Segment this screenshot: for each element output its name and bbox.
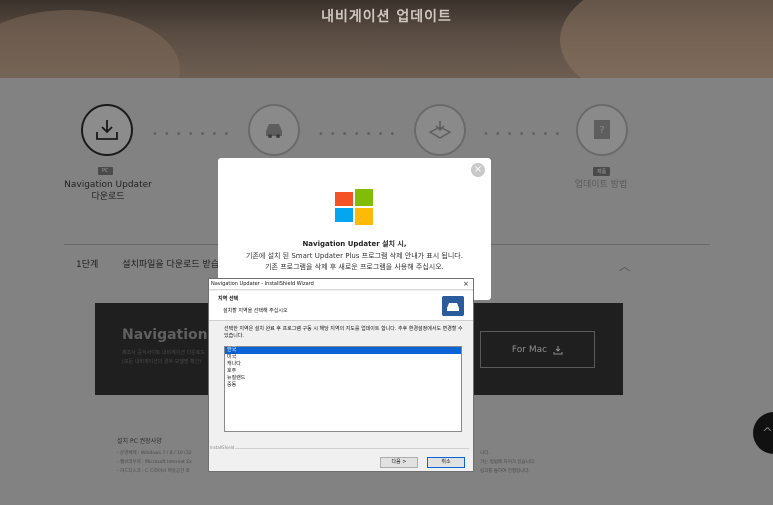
cancel-button[interactable]: 취소 <box>427 457 465 468</box>
dialog-title: Navigation Updater - InstallShield Wizar… <box>209 279 473 290</box>
requirement-line: - 하드디스크 : C 드라이브 여유공간 최 <box>117 469 190 474</box>
region-list[interactable]: 한국 미국 캐나다 호주 뉴질랜드 중동 <box>224 346 462 432</box>
region-item[interactable]: 호주 <box>225 368 461 375</box>
modal-text: 기존 프로그램을 삭제 후 새로운 프로그램을 사용해 주십시오. <box>265 263 444 271</box>
dialog-description: 선택한 지역은 설치 완료 후 프로그램 구동 시 해당 지역의 지도를 업데이… <box>224 326 463 339</box>
install-icon <box>428 121 452 139</box>
windows-logo-icon <box>335 189 373 225</box>
step-badge: 제품 <box>593 167 611 176</box>
arrow-up-icon: ^ <box>762 425 773 441</box>
step-number: 1단계 <box>76 260 99 270</box>
requirement-line: 가는 방법에 차이가 있습니다. <box>480 460 536 465</box>
requirement-line: - 웹브라우저 : Microsoft Internet Ex <box>117 460 192 465</box>
step-text: 설치파일을 다운로드 받습니 <box>122 260 228 270</box>
step-install-circle <box>414 104 466 156</box>
close-icon[interactable]: × <box>463 279 469 290</box>
region-item[interactable]: 캐나다 <box>225 361 461 368</box>
region-item[interactable]: 미국 <box>225 354 461 361</box>
next-button[interactable]: 다음 > <box>380 457 418 468</box>
dialog-separator <box>235 448 469 449</box>
dialog-subheading: 설치할 지역을 선택해 주십시오 <box>223 308 288 314</box>
close-icon[interactable]: × <box>471 163 485 177</box>
hero-banner: 내비게이션 업데이트 <box>0 0 773 78</box>
step-connector: ••••••• <box>152 129 236 140</box>
step-label: Navigation Updater 다운로드 <box>64 180 152 202</box>
car-icon <box>266 124 282 138</box>
step-download-circle <box>81 104 133 156</box>
installshield-dialog: Navigation Updater - InstallShield Wizar… <box>208 278 474 472</box>
dialog-header: 지역 선택 설치할 지역을 선택해 주십시오 <box>209 291 473 321</box>
region-item[interactable]: 뉴질랜드 <box>225 375 461 382</box>
download-icon <box>553 345 563 354</box>
modal-title: Navigation Updater 설치 시, <box>302 240 407 248</box>
modal-text: 기존에 설치 된 Smart Updater Plus 프로그램 삭제 안내가 … <box>246 252 463 260</box>
step-connector: ••••••• <box>318 129 402 140</box>
scroll-top-button[interactable]: ^ <box>753 412 773 454</box>
step-manual-circle: ? <box>576 104 628 156</box>
step-connector: ••••••• <box>483 129 567 140</box>
installshield-brand: InstallShield <box>210 445 235 450</box>
requirement-line: - 운영체제 : Windows 7 / 8 / 10 (32 <box>117 451 192 456</box>
step-car-circle <box>248 104 300 156</box>
step-badge: PC <box>98 167 113 175</box>
requirement-line: 니다. <box>480 451 490 456</box>
region-item[interactable]: 한국 <box>225 347 461 354</box>
for-mac-button[interactable]: For Mac <box>480 331 595 368</box>
car-icon <box>442 296 464 316</box>
manual-book-icon: ? <box>594 120 610 139</box>
for-mac-label: For Mac <box>511 344 548 355</box>
svg-text:?: ? <box>599 125 604 136</box>
page-title: 내비게이션 업데이트 <box>321 9 452 25</box>
region-item[interactable]: 중동 <box>225 382 461 389</box>
download-icon <box>96 120 118 140</box>
requirements-title: 설치 PC 권장사양 <box>117 438 162 445</box>
step-label: 업데이트 방법 <box>574 180 628 190</box>
dialog-heading: 지역 선택 <box>218 296 239 302</box>
chevron-up-icon[interactable]: ︿ <box>619 258 630 274</box>
requirement-line: 링크를 통하여 진행합니다. <box>480 469 530 474</box>
